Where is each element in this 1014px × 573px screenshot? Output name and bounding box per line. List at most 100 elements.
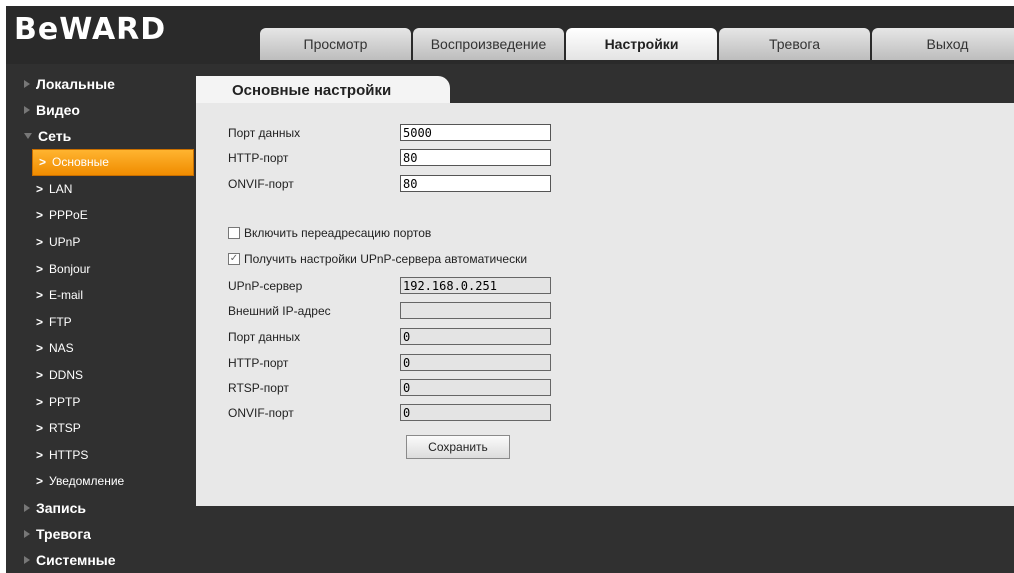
sidebar-item-pppoe[interactable]: > PPPoE	[6, 202, 196, 229]
sidebar-item-ddns[interactable]: > DDNS	[6, 362, 196, 389]
main-nav-tabs: Просмотр Воспроизведение Настройки Трево…	[260, 28, 1014, 60]
sidebar-item-label: UPnP	[49, 235, 81, 250]
sidebar-item-label: PPPoE	[49, 208, 88, 223]
tab-playback[interactable]: Воспроизведение	[413, 28, 564, 60]
header-bar: BeWARD Просмотр Воспроизведение Настройк…	[6, 6, 1014, 64]
external-ip-input	[400, 302, 551, 319]
sidebar-category-video[interactable]: Видео	[6, 97, 196, 123]
port-forward-checkbox[interactable]	[228, 227, 240, 239]
app-window: BeWARD Просмотр Воспроизведение Настройк…	[6, 6, 1014, 573]
sidebar-category-label: Видео	[36, 102, 80, 118]
sidebar-item-label: HTTPS	[49, 447, 89, 462]
sidebar-item-upnp[interactable]: > UPnP	[6, 229, 196, 256]
sidebar-item-lan[interactable]: > LAN	[6, 176, 196, 203]
chevron-right-icon: >	[36, 235, 44, 250]
sidebar-item-label: FTP	[49, 314, 72, 329]
sidebar-category-network[interactable]: Сеть	[6, 123, 196, 149]
sidebar-item-label: LAN	[49, 181, 73, 196]
chevron-right-icon: >	[36, 181, 44, 196]
http-port-input[interactable]	[400, 149, 551, 166]
sidebar-item-bonjour[interactable]: > Bonjour	[6, 255, 196, 282]
sidebar-category-alarm[interactable]: Тревога	[6, 521, 196, 547]
upnp-data-port-label: Порт данных	[228, 329, 301, 344]
onvif-port-input[interactable]	[400, 175, 551, 192]
sidebar-item-label: Уведомление	[49, 474, 125, 489]
sidebar-category-label: Сеть	[38, 128, 72, 144]
sidebar-category-system[interactable]: Системные	[6, 547, 196, 573]
upnp-server-input	[400, 277, 551, 294]
section-title-tab: Основные настройки	[196, 76, 450, 104]
tab-logout[interactable]: Выход	[872, 28, 1014, 60]
chevron-right-icon: >	[36, 261, 44, 276]
tab-preview[interactable]: Просмотр	[260, 28, 411, 60]
external-ip-row: Внешний IP-адрес	[228, 302, 551, 319]
upnp-auto-option[interactable]: ✓ Получить настройки UPnP-сервера автома…	[228, 251, 527, 267]
collapsed-triangle-icon	[24, 529, 30, 538]
sidebar-item-label: NAS	[49, 341, 74, 356]
chevron-right-icon: >	[36, 447, 44, 462]
upnp-server-row: UPnP-сервер	[228, 277, 551, 294]
sidebar-item-label: PPTP	[49, 394, 81, 409]
onvif-port-label: ONVIF-порт	[228, 176, 294, 191]
sidebar-category-label: Тревога	[36, 525, 91, 542]
sidebar-category-label: Запись	[36, 499, 87, 516]
onvif-port-row: ONVIF-порт	[228, 175, 551, 192]
upnp-onvif-port-label: ONVIF-порт	[228, 405, 294, 420]
port-forward-option[interactable]: Включить переадресацию портов	[228, 225, 431, 241]
upnp-http-port-label: HTTP-порт	[228, 355, 289, 370]
sidebar-item-label: RTSP	[49, 421, 81, 436]
sidebar: Локальные Видео Сеть > Основные > LAN > …	[6, 71, 196, 573]
settings-panel: Порт данных HTTP-порт ONVIF-порт Включит…	[196, 103, 1014, 506]
upnp-server-label: UPnP-сервер	[228, 278, 303, 293]
tab-settings[interactable]: Настройки	[566, 28, 717, 60]
sidebar-item-ftp[interactable]: > FTP	[6, 309, 196, 336]
external-ip-label: Внешний IP-адрес	[228, 303, 331, 318]
http-port-label: HTTP-порт	[228, 150, 289, 165]
sidebar-category-label: Системные	[36, 551, 116, 568]
upnp-http-port-row: HTTP-порт	[228, 354, 551, 371]
upnp-auto-checkbox[interactable]: ✓	[228, 253, 240, 265]
sidebar-item-notification[interactable]: > Уведомление	[6, 468, 196, 495]
sidebar-item-label: Основные	[52, 155, 109, 170]
chevron-right-icon: >	[36, 288, 44, 303]
sidebar-item-https[interactable]: > HTTPS	[6, 442, 196, 469]
save-button[interactable]: Сохранить	[406, 435, 510, 459]
sidebar-item-email[interactable]: > E-mail	[6, 282, 196, 309]
upnp-auto-label: Получить настройки UPnP-сервера автомати…	[244, 252, 528, 266]
collapsed-triangle-icon	[24, 106, 30, 114]
sidebar-category-local[interactable]: Локальные	[6, 71, 196, 97]
sidebar-item-label: DDNS	[49, 368, 84, 383]
collapsed-triangle-icon	[24, 555, 30, 564]
upnp-rtsp-port-row: RTSP-порт	[228, 379, 551, 396]
collapsed-triangle-icon	[24, 80, 30, 88]
sidebar-item-nas[interactable]: > NAS	[6, 335, 196, 362]
chevron-right-icon: >	[36, 341, 44, 356]
expanded-triangle-icon	[24, 133, 32, 139]
chevron-right-icon: >	[36, 314, 44, 329]
sidebar-category-label: Локальные	[36, 76, 115, 92]
upnp-rtsp-port-input	[400, 379, 551, 396]
chevron-right-icon: >	[36, 368, 44, 383]
chevron-right-icon: >	[39, 155, 47, 170]
upnp-onvif-port-input	[400, 404, 551, 421]
sidebar-item-rtsp[interactable]: > RTSP	[6, 415, 196, 442]
chevron-right-icon: >	[36, 421, 44, 436]
sidebar-item-label: E-mail	[49, 288, 84, 303]
brand-logo: BeWARD	[14, 12, 167, 47]
sidebar-item-label: Bonjour	[49, 261, 91, 276]
upnp-rtsp-port-label: RTSP-порт	[228, 380, 289, 395]
sidebar-item-pptp[interactable]: > PPTP	[6, 388, 196, 415]
data-port-row: Порт данных	[228, 124, 551, 141]
chevron-right-icon: >	[36, 208, 44, 223]
sidebar-category-record[interactable]: Запись	[6, 495, 196, 521]
upnp-http-port-input	[400, 354, 551, 371]
upnp-data-port-row: Порт данных	[228, 328, 551, 345]
data-port-input[interactable]	[400, 124, 551, 141]
upnp-onvif-port-row: ONVIF-порт	[228, 404, 551, 421]
chevron-right-icon: >	[36, 394, 44, 409]
upnp-data-port-input	[400, 328, 551, 345]
http-port-row: HTTP-порт	[228, 149, 551, 166]
tab-alarm[interactable]: Тревога	[719, 28, 870, 60]
port-forward-label: Включить переадресацию портов	[244, 226, 432, 240]
sidebar-item-basic[interactable]: > Основные	[32, 149, 194, 176]
